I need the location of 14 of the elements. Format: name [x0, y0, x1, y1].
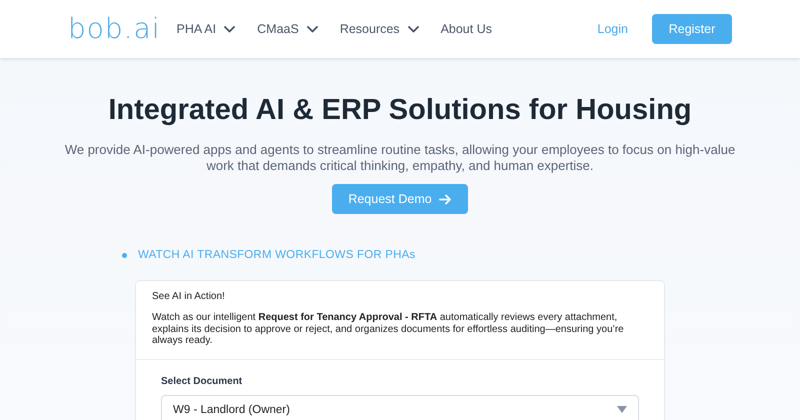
arrow-right-icon — [438, 194, 452, 204]
dropdown-caret-icon — [617, 406, 627, 413]
select-label: Select Document — [161, 376, 244, 386]
nav-link[interactable]: Resources — [340, 22, 419, 36]
nav-link[interactable]: CMaaS — [257, 22, 318, 36]
section-heading: WATCH AI TRANSFORM WORKFLOWS FOR PHAs — [138, 249, 416, 261]
nav-link[interactable]: About Us — [440, 22, 492, 36]
document-select[interactable]: W9 - Landlord (Owner) — [161, 394, 639, 420]
hero-subtitle: We provide AI-powered apps and agents to streamline routine tasks, allowing your employees to focus on high-value work that demands critical thinking, empathy, and human expertise. — [64, 142, 736, 174]
hero-title: Integrated AI & ERP Solutions for Housing — [108, 94, 692, 127]
bullet-icon — [122, 252, 127, 258]
nav-link[interactable]: PHA AI — [176, 22, 236, 36]
card-description: Watch as our intelligent Request for Tenancy Approval - RFTA automatically reviews every attachment, explains its decision to approve or reject, and organizes documents for effortless auditing—ensuring you’re always ready. — [152, 312, 625, 346]
card-title: See AI in Action! — [152, 291, 226, 302]
